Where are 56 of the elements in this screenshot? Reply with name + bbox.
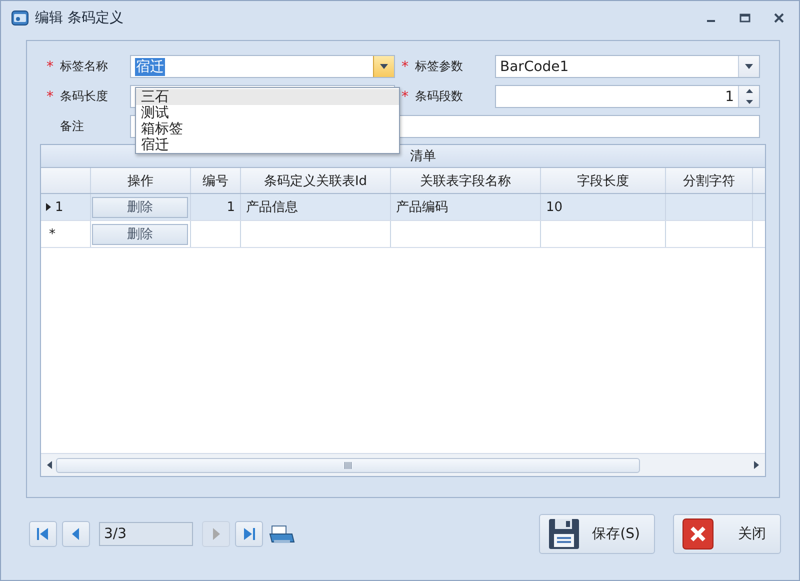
page-position-field[interactable]: 3/3 <box>99 522 193 546</box>
grip-icon <box>344 462 352 468</box>
number-field[interactable]: 1 <box>495 85 760 108</box>
dropdown-option[interactable]: 测试 <box>136 105 399 121</box>
spin-up-icon[interactable] <box>746 89 752 94</box>
dropdown-option[interactable]: 箱标签 <box>136 121 399 137</box>
scrollbar-thumb[interactable] <box>56 458 640 472</box>
table-cell: 10 <box>546 200 563 214</box>
field-label: 标签参数 <box>415 58 463 75</box>
column-header[interactable]: 字段长度 <box>541 168 666 193</box>
required-mark: * <box>46 58 54 74</box>
group-title: 清单 <box>409 148 436 165</box>
close-icon <box>682 518 714 550</box>
window-title: 编辑 条码定义 <box>35 9 124 27</box>
column-header[interactable]: 编号 <box>191 168 241 193</box>
dropdown-option[interactable]: 三石 <box>136 89 399 105</box>
scroll-right-icon[interactable] <box>754 461 759 469</box>
field-label: 条码段数 <box>415 88 463 105</box>
dropdown-arrow-icon[interactable] <box>380 64 388 69</box>
delete-button[interactable]: 删除 <box>92 224 188 244</box>
row-number: 1 <box>55 200 64 214</box>
scroll-left-icon[interactable] <box>47 461 52 469</box>
save-button[interactable]: 保存(S) <box>539 514 655 554</box>
spin-down-icon[interactable] <box>746 100 752 104</box>
current-row-icon <box>46 203 51 211</box>
first-page-button[interactable] <box>29 521 57 547</box>
column-header[interactable]: 操作 <box>91 168 191 193</box>
field-label: 条码长度 <box>60 88 108 105</box>
last-page-button[interactable] <box>235 521 263 547</box>
table-row[interactable]: 1 删除 1 产品信息 产品编码 10 <box>41 194 765 221</box>
table-row[interactable]: * 删除 <box>41 221 765 248</box>
close-button[interactable]: 关闭 <box>673 514 781 554</box>
delete-button[interactable]: 删除 <box>92 196 188 218</box>
required-mark: * <box>46 88 54 104</box>
required-mark: * <box>400 58 410 74</box>
dropdown-option[interactable]: 宿迁 <box>136 137 399 153</box>
save-icon <box>548 518 580 550</box>
close-icon[interactable] <box>773 12 785 24</box>
field-label: 备注 <box>60 118 84 135</box>
combo-box[interactable]: BarCode1 <box>495 55 760 78</box>
app-icon <box>11 9 29 27</box>
column-header[interactable]: 条码定义关联表Id <box>241 168 391 193</box>
last-page-icon <box>241 526 257 542</box>
maximize-icon[interactable] <box>739 12 751 24</box>
column-header[interactable]: 分割字符 <box>666 168 753 193</box>
table-cell: 1 <box>226 200 235 214</box>
column-header[interactable]: 关联表字段名称 <box>391 168 541 193</box>
table-cell-text: 产品编码 <box>396 199 448 216</box>
dropdown-arrow-icon[interactable] <box>745 64 753 69</box>
first-page-icon <box>35 526 51 542</box>
combo-box[interactable]: 宿迁 <box>130 55 395 78</box>
field-label: 标签名称 <box>60 58 108 75</box>
previous-button[interactable] <box>62 521 90 547</box>
required-mark: * <box>400 88 410 104</box>
new-row-marker: * <box>49 226 56 242</box>
table-cell-text: 产品信息 <box>246 199 298 216</box>
